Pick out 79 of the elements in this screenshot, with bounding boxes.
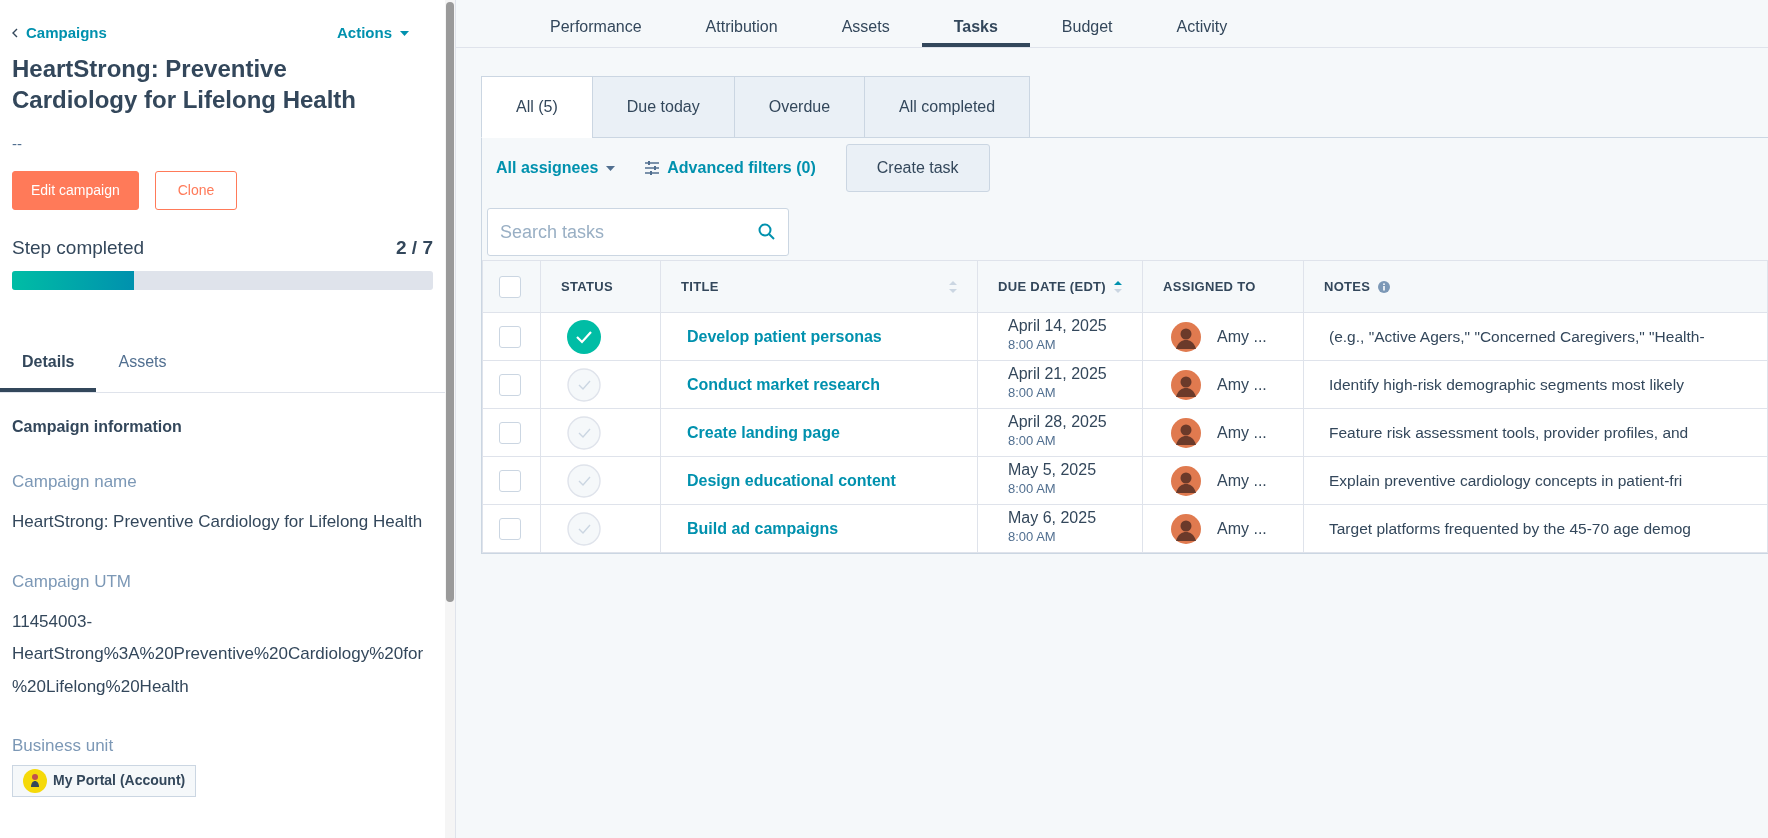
back-link[interactable]: Campaigns bbox=[12, 22, 107, 45]
column-header: ASSIGNED TO bbox=[1163, 277, 1256, 296]
info-icon bbox=[1378, 280, 1391, 293]
field-label: Campaign UTM bbox=[12, 570, 133, 593]
nav-tab[interactable]: Budget bbox=[1029, 0, 1145, 47]
completed-status-icon[interactable] bbox=[567, 319, 601, 354]
assignee-name: Amy ... bbox=[1217, 422, 1267, 443]
nav-tab[interactable]: Attribution bbox=[673, 0, 810, 47]
search-field[interactable]: Search tasks bbox=[487, 208, 789, 256]
row-checkbox[interactable] bbox=[499, 422, 521, 444]
due-date: April 28, 2025 bbox=[1008, 414, 1108, 432]
business-unit-tag: My Portal (Account) bbox=[12, 764, 197, 797]
section-title: Campaign information bbox=[12, 416, 183, 437]
notes-text: Explain preventive cardiology concepts in patient-fri bbox=[1329, 471, 1683, 489]
avatar-icon bbox=[1171, 369, 1201, 400]
field-value: 11454003-HeartStrong%3A%20Preventive%20Cardiology%20for%20Lifelong%20Health bbox=[12, 611, 425, 698]
select-all-checkbox[interactable] bbox=[499, 275, 521, 298]
row-checkbox[interactable] bbox=[499, 518, 521, 540]
row-checkbox[interactable] bbox=[499, 374, 521, 396]
sort-icon bbox=[1113, 280, 1122, 293]
task-title-link[interactable]: Build ad campaigns bbox=[687, 519, 839, 537]
filter-icon bbox=[645, 161, 660, 175]
sidebar-tab[interactable]: Details bbox=[0, 337, 97, 392]
due-date: May 6, 2025 bbox=[1008, 510, 1098, 528]
progress-label: Step completed bbox=[12, 236, 145, 261]
row-checkbox[interactable] bbox=[499, 470, 521, 492]
notes-text: Identify high-risk demographic segments most likely bbox=[1329, 375, 1684, 393]
due-date: April 21, 2025 bbox=[1008, 366, 1108, 384]
assignee-name: Amy ... bbox=[1217, 326, 1267, 347]
due-time: 8:00 AM bbox=[1008, 528, 1057, 547]
column-header[interactable]: TITLE bbox=[681, 276, 719, 297]
scrollbar-thumb[interactable] bbox=[446, 2, 454, 602]
avatar-icon bbox=[1171, 417, 1201, 448]
column-header: STATUS bbox=[561, 277, 613, 296]
field-label: Campaign name bbox=[12, 470, 138, 493]
due-date: May 5, 2025 bbox=[1008, 462, 1098, 480]
task-title-link[interactable]: Create landing page bbox=[687, 423, 840, 441]
notes-text: Target platforms frequented by the 45-70 age demog bbox=[1329, 519, 1691, 537]
due-time: 8:00 AM bbox=[1008, 336, 1057, 355]
actions-dropdown[interactable]: Actions bbox=[337, 22, 409, 45]
due-time: 8:00 AM bbox=[1008, 480, 1057, 499]
create-task-button[interactable]: Create task bbox=[845, 144, 990, 192]
notes-text: Feature risk assessment tools, provider profiles, and bbox=[1329, 423, 1689, 441]
assignee-name: Amy ... bbox=[1217, 518, 1267, 539]
field-label: Business unit bbox=[12, 735, 115, 758]
due-time: 8:00 AM bbox=[1008, 384, 1057, 403]
row-checkbox[interactable] bbox=[499, 326, 521, 348]
assignee-name: Amy ... bbox=[1217, 470, 1267, 491]
caret-icon bbox=[606, 165, 616, 171]
status-circle-icon[interactable] bbox=[567, 463, 601, 498]
notes-text: (e.g., "Active Agers," "Concerned Caregivers," "Health- bbox=[1329, 327, 1705, 345]
campaign-title: HeartStrong: Preventive Cardiology for Lifelong Health bbox=[12, 53, 357, 115]
sort-icon bbox=[949, 280, 957, 293]
nav-tab[interactable]: Activity bbox=[1144, 0, 1260, 47]
filter-tab[interactable]: Due today bbox=[591, 76, 735, 138]
avatar-icon bbox=[1171, 465, 1201, 496]
search-icon bbox=[758, 223, 775, 240]
due-date: April 14, 2025 bbox=[1008, 318, 1108, 336]
assignee-name: Amy ... bbox=[1217, 374, 1267, 395]
status-circle-icon[interactable] bbox=[567, 415, 601, 450]
nav-tab[interactable]: Performance bbox=[518, 0, 674, 47]
filter-tab[interactable]: All completed bbox=[864, 76, 1031, 138]
avatar-icon bbox=[1171, 321, 1201, 352]
due-time: 8:00 AM bbox=[1008, 432, 1057, 451]
sidebar-tab[interactable]: Assets bbox=[96, 337, 189, 392]
column-header: NOTES bbox=[1324, 277, 1371, 296]
campaign-description: -- bbox=[12, 133, 23, 154]
field-value: HeartStrong: Preventive Cardiology for Lifelong Health bbox=[12, 511, 424, 534]
avatar-icon bbox=[1171, 513, 1201, 544]
filter-tab[interactable]: All (5) bbox=[481, 76, 593, 138]
status-circle-icon[interactable] bbox=[567, 511, 601, 546]
chevron-left-icon bbox=[12, 28, 18, 39]
filter-tab[interactable]: Overdue bbox=[733, 76, 866, 138]
nav-tab[interactable]: Tasks bbox=[921, 0, 1030, 47]
progress-reading: 2 / 7 bbox=[396, 236, 433, 261]
avatar-icon bbox=[23, 768, 47, 793]
status-circle-icon[interactable] bbox=[567, 367, 601, 402]
caret-icon bbox=[400, 30, 409, 36]
nav-tab[interactable]: Assets bbox=[809, 0, 922, 47]
